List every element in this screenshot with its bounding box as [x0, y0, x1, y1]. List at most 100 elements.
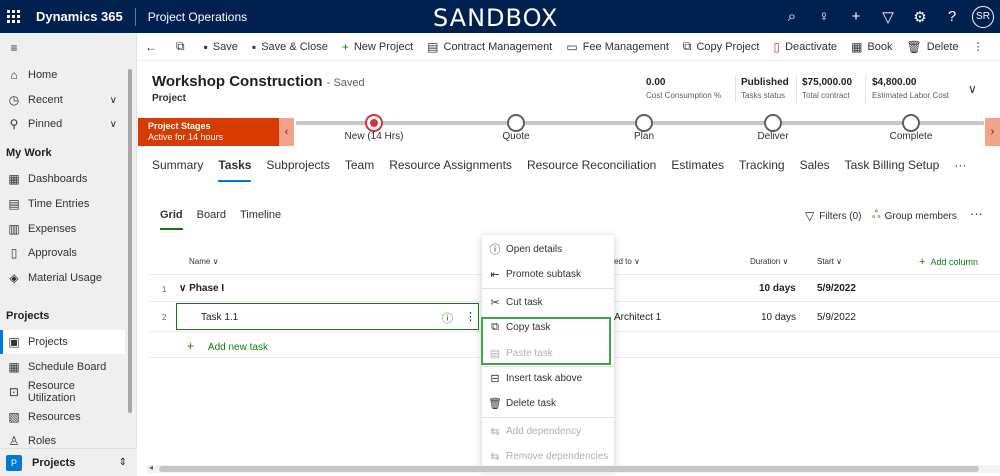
- task-start[interactable]: 5/9/2022: [817, 283, 856, 294]
- stage-label-plan[interactable]: Plan: [634, 131, 654, 142]
- group-members-button[interactable]: ஃ Group members: [872, 209, 957, 223]
- sidebar-item-approvals[interactable]: ▯ Approvals: [0, 241, 125, 265]
- gear-icon[interactable]: ⚙: [904, 0, 936, 33]
- tab-subprojects[interactable]: Subprojects: [266, 158, 329, 180]
- more-commands-button[interactable]: ⋮: [966, 33, 991, 61]
- tab-sales[interactable]: Sales: [800, 158, 830, 180]
- stage-node-quote[interactable]: [507, 114, 525, 132]
- process-stage-box[interactable]: Project Stages Active for 14 hours: [138, 118, 279, 146]
- column-header-duration[interactable]: Duration ∨: [750, 257, 788, 266]
- add-new-task-button[interactable]: + Add new task: [187, 339, 268, 353]
- page-title: Workshop Construction - Saved: [152, 73, 365, 90]
- tab-resource-reconciliation[interactable]: Resource Reconciliation: [527, 158, 656, 180]
- sidebar-item-dashboards[interactable]: ▦ Dashboards: [0, 167, 125, 191]
- tab-estimates[interactable]: Estimates: [671, 158, 724, 180]
- table-row-phase[interactable]: ∨ Phase I: [179, 283, 224, 294]
- chevron-down-icon[interactable]: ∨: [110, 119, 117, 130]
- help-icon[interactable]: ?: [936, 0, 968, 33]
- tab-grid[interactable]: Grid: [160, 209, 183, 230]
- app-launcher-button[interactable]: [0, 0, 26, 33]
- header-expand-chevron-icon[interactable]: ∨: [968, 82, 977, 96]
- arrow-left-icon: ←: [145, 39, 157, 54]
- tab-board[interactable]: Board: [197, 209, 226, 221]
- column-header-name[interactable]: Name ∨: [189, 257, 218, 266]
- sidebar-item-label: Resources: [28, 411, 81, 423]
- chevron-down-icon[interactable]: ∨: [179, 283, 186, 294]
- delete-button[interactable]: 🗑 Delete: [899, 33, 965, 61]
- sidebar-item-projects[interactable]: ▣ Projects: [0, 330, 125, 354]
- scroll-left-icon[interactable]: ◂: [149, 463, 153, 472]
- tab-resource-assignments[interactable]: Resource Assignments: [389, 158, 512, 180]
- search-icon[interactable]: ⌕: [776, 0, 808, 33]
- add-column-button[interactable]: + Add column: [919, 256, 978, 268]
- tab-task-billing-setup[interactable]: Task Billing Setup: [845, 158, 940, 180]
- book-button[interactable]: ▦ Book: [844, 33, 899, 61]
- sidebar-item-expenses[interactable]: ▥ Expenses: [0, 217, 125, 241]
- sidebar-item-schedule-board[interactable]: ▦ Schedule Board: [0, 355, 125, 379]
- tab-timeline[interactable]: Timeline: [240, 209, 281, 221]
- contract-management-button[interactable]: ▤ Contract Management: [420, 33, 559, 61]
- save-button[interactable]: ▪ Save: [197, 33, 245, 61]
- task-start[interactable]: 5/9/2022: [817, 312, 856, 323]
- unlink-icon: ⇆: [490, 450, 500, 463]
- sidebar-item-home[interactable]: ⌂ Home: [0, 63, 125, 87]
- stage-node-deliver[interactable]: [764, 114, 782, 132]
- sidebar-item-material-usage[interactable]: ◈ Material Usage: [0, 266, 125, 290]
- stage-label-deliver[interactable]: Deliver: [757, 131, 788, 142]
- more-vertical-icon[interactable]: ⋮: [465, 310, 476, 323]
- hamburger-button[interactable]: ≡: [0, 36, 125, 60]
- grid-more-button[interactable]: ···: [970, 206, 983, 221]
- task-duration[interactable]: 10 days: [761, 312, 796, 323]
- sidebar-item-pinned[interactable]: ⚲ Pinned ∨: [0, 112, 125, 136]
- area-name[interactable]: Project Operations: [148, 10, 247, 24]
- task-name-cell[interactable]: Task 1.1 ⓘ ⋮: [176, 303, 479, 330]
- task-assigned-to[interactable]: Architect 1: [614, 312, 661, 323]
- plus-icon[interactable]: +: [840, 0, 872, 33]
- sidebar-item-resource-utilization[interactable]: ⊡ Resource Utilization: [0, 380, 125, 404]
- fee-management-button[interactable]: ▭ Fee Management: [559, 33, 676, 61]
- deactivate-button[interactable]: ▯ Deactivate: [766, 33, 844, 61]
- task-duration[interactable]: 10 days: [759, 283, 796, 294]
- menu-item-open-details[interactable]: ⓘ Open details: [482, 237, 614, 261]
- menu-item-promote-subtask[interactable]: ⇤ Promote subtask: [482, 262, 614, 286]
- tab-summary[interactable]: Summary: [152, 158, 203, 180]
- task-name[interactable]: Task 1.1: [201, 312, 238, 323]
- stage-label-complete[interactable]: Complete: [890, 131, 933, 142]
- avatar[interactable]: SR: [972, 5, 994, 28]
- save-close-button[interactable]: ▪ Save & Close: [245, 33, 335, 61]
- tab-more[interactable]: ···: [954, 158, 966, 180]
- tab-tasks[interactable]: Tasks: [218, 158, 252, 182]
- chevron-down-icon[interactable]: ∨: [110, 95, 117, 106]
- app-name[interactable]: Dynamics 365: [36, 9, 123, 24]
- sidebar-scrollbar[interactable]: [128, 69, 132, 413]
- tab-team[interactable]: Team: [345, 158, 374, 180]
- menu-item-insert-task-above[interactable]: ⊟ Insert task above: [482, 366, 614, 390]
- column-header-start[interactable]: Start ∨: [817, 257, 842, 266]
- stage-node-complete[interactable]: [902, 114, 920, 132]
- back-button[interactable]: ←: [138, 33, 169, 61]
- tab-tracking[interactable]: Tracking: [739, 158, 785, 180]
- area-switcher[interactable]: P Projects ⇕: [0, 448, 137, 476]
- scrollbar-thumb[interactable]: [159, 466, 979, 472]
- lightbulb-icon[interactable]: ♀: [808, 0, 840, 33]
- stage-label-new[interactable]: New (14 Hrs): [345, 131, 404, 142]
- copy-project-button[interactable]: ⧉ Copy Project: [676, 33, 767, 61]
- bpf-prev-button[interactable]: ‹: [279, 118, 294, 146]
- sidebar-item-time-entries[interactable]: ▤ Time Entries: [0, 192, 125, 216]
- filters-button[interactable]: ▽ Filters (0): [805, 209, 861, 223]
- new-project-button[interactable]: + New Project: [335, 33, 420, 61]
- horizontal-scrollbar[interactable]: ◂: [147, 463, 1000, 473]
- sidebar-item-resources[interactable]: ▧ Resources: [0, 405, 125, 429]
- info-icon[interactable]: ⓘ: [442, 310, 453, 326]
- popout-button[interactable]: ⧉: [169, 33, 197, 61]
- filter-icon: ▽: [805, 209, 815, 223]
- stage-node-plan[interactable]: [635, 114, 653, 132]
- menu-item-delete-task[interactable]: 🗑 Delete task: [482, 391, 614, 415]
- filter-icon[interactable]: ▽: [872, 0, 904, 33]
- sidebar-item-recent[interactable]: ◷ Recent ∨: [0, 88, 125, 112]
- menu-item-cut-task[interactable]: ✂ Cut task: [482, 290, 614, 314]
- column-header-assigned-to[interactable]: ed to ∨: [614, 257, 640, 266]
- stage-label-quote[interactable]: Quote: [502, 131, 529, 142]
- stage-node-new[interactable]: [365, 114, 383, 132]
- bpf-next-button[interactable]: ›: [985, 118, 1000, 146]
